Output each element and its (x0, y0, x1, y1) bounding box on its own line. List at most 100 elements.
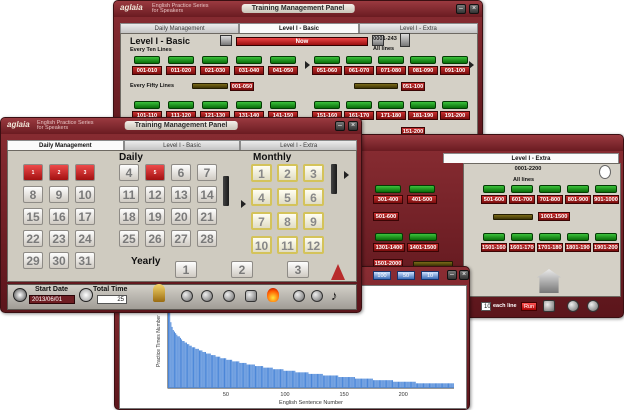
tool-icon-2[interactable] (201, 290, 213, 302)
day-tile[interactable]: 25 (119, 230, 139, 247)
day-tile[interactable]: 22 (23, 230, 43, 247)
ten-range-button[interactable] (378, 101, 404, 109)
day-tile[interactable]: 21 (197, 208, 217, 225)
ten-range-label[interactable]: 071-080 (376, 66, 406, 75)
zoom-chip[interactable]: 50 (397, 271, 415, 280)
month-tile[interactable]: 8 (277, 212, 298, 230)
extra-range-label[interactable]: 1301-1400 (373, 243, 405, 252)
extra-range-button[interactable] (483, 185, 505, 193)
daily-arrow[interactable] (241, 200, 246, 208)
progress-bar[interactable]: Now (236, 37, 368, 46)
ten-range-button[interactable] (378, 56, 404, 64)
extra-range-button[interactable] (375, 185, 401, 193)
extra-range-label[interactable]: 1501-1600 (481, 243, 507, 252)
extra-range-button[interactable] (567, 185, 589, 193)
day-tile[interactable]: 26 (145, 230, 165, 247)
ten-range-button[interactable] (314, 56, 340, 64)
each-value-input[interactable]: 10 (481, 302, 491, 311)
extra-range-button[interactable] (409, 233, 437, 241)
ten-range-button[interactable] (346, 101, 372, 109)
extra-range-button[interactable] (567, 233, 589, 241)
extra-range-label[interactable]: 1901-2000 (593, 243, 619, 252)
fire-icon[interactable] (267, 288, 279, 302)
extra-range-button[interactable] (539, 233, 561, 241)
month-tile[interactable]: 9 (303, 212, 324, 230)
settings-icon[interactable] (587, 300, 599, 312)
month-tile[interactable]: 1 (251, 164, 272, 182)
ten-range-button[interactable] (410, 101, 436, 109)
day-tile[interactable]: 18 (119, 208, 139, 225)
extra-range-label[interactable]: 401-500 (407, 195, 437, 204)
extra-range-button[interactable] (511, 185, 533, 193)
ten-range-label[interactable]: 091-100 (440, 66, 470, 75)
gear-icon-front[interactable] (293, 290, 305, 302)
extra-solo-501[interactable]: 501-600 (373, 212, 399, 221)
day-tile[interactable]: 16 (49, 208, 69, 225)
close-button[interactable]: × (469, 4, 479, 14)
ten-range-button[interactable] (442, 101, 468, 109)
month-tile[interactable]: 7 (251, 212, 272, 230)
year-tile[interactable]: 1 (175, 261, 197, 278)
extra-range-label[interactable]: 1701-1800 (537, 243, 563, 252)
row2-arrow[interactable] (469, 61, 474, 69)
day-tile[interactable]: 14 (197, 186, 217, 203)
ten-range-label[interactable]: 181-190 (408, 111, 438, 120)
day-tile[interactable]: 23 (49, 230, 69, 247)
extra-range-label[interactable]: 301-400 (373, 195, 403, 204)
extra-solo-1001[interactable]: 1001-1500 (538, 212, 570, 221)
extra-range-button[interactable] (483, 233, 505, 241)
extra-range-label[interactable]: 801-900 (565, 195, 591, 204)
extra-range-label[interactable]: 1801-1900 (565, 243, 591, 252)
ten-range-label[interactable]: 041-050 (268, 66, 298, 75)
ten-range-button[interactable] (134, 101, 160, 109)
extra-bar-1[interactable] (493, 214, 533, 220)
chart-minimize-button[interactable]: – (447, 270, 457, 280)
ten-range-button[interactable] (168, 101, 194, 109)
monthly-arrow[interactable] (344, 171, 349, 179)
month-tile[interactable]: 2 (277, 164, 298, 182)
day-tile[interactable]: 20 (171, 208, 191, 225)
day-tile[interactable]: 9 (49, 186, 69, 203)
disc-icon[interactable] (311, 290, 323, 302)
ten-range-button[interactable] (168, 56, 194, 64)
lamp-icon[interactable] (223, 290, 235, 302)
month-tile[interactable]: 5 (277, 188, 298, 206)
ten-range-button[interactable] (346, 56, 372, 64)
month-tile[interactable]: 6 (303, 188, 324, 206)
ten-range-label[interactable]: 171-180 (376, 111, 406, 120)
tab-level-extra[interactable]: Level I - Extra (358, 23, 478, 33)
music-icon[interactable]: ♪ (331, 288, 338, 303)
fifty-bar-1[interactable] (192, 83, 228, 89)
tab-level-basic[interactable]: Level I - Basic (239, 23, 359, 33)
day-tile[interactable]: 3 (75, 164, 95, 181)
tab-extra[interactable]: Level I - Extra (443, 153, 619, 163)
ten-range-button[interactable] (314, 101, 340, 109)
zoom-chip[interactable]: 10 (421, 271, 439, 280)
total-time-field[interactable]: 25 (97, 295, 127, 304)
fifty-001-050[interactable]: 001-050 (230, 82, 254, 91)
gear-icon[interactable] (567, 300, 579, 312)
ten-range-button[interactable] (410, 56, 436, 64)
day-tile[interactable]: 6 (171, 164, 191, 181)
extra-range-label[interactable]: 501-600 (481, 195, 507, 204)
day-tile[interactable]: 29 (23, 252, 43, 269)
month-tile[interactable]: 10 (251, 236, 272, 254)
day-tile[interactable]: 2 (49, 164, 69, 181)
day-tile[interactable]: 1 (23, 164, 43, 181)
fifty-051-100[interactable]: 051-100 (401, 82, 425, 91)
start-date-field[interactable]: 2013/06/01 (29, 295, 75, 304)
zoom-chip[interactable]: 100 (373, 271, 391, 280)
day-tile[interactable]: 31 (75, 252, 95, 269)
ten-range-label[interactable]: 011-020 (166, 66, 196, 75)
extra-range-label[interactable]: 601-700 (509, 195, 535, 204)
day-tile[interactable]: 28 (197, 230, 217, 247)
extra-range-button[interactable] (595, 233, 617, 241)
extra-range-label[interactable]: 701-800 (537, 195, 563, 204)
day-tile[interactable]: 15 (23, 208, 43, 225)
extra-range-label[interactable]: 1601-1700 (509, 243, 535, 252)
monthly-side-tab[interactable] (331, 164, 337, 194)
extra-range-label[interactable]: 1401-1500 (407, 243, 439, 252)
ten-range-label[interactable]: 021-030 (200, 66, 230, 75)
day-tile[interactable]: 8 (23, 186, 43, 203)
tab-daily[interactable]: Daily Management (120, 23, 240, 33)
